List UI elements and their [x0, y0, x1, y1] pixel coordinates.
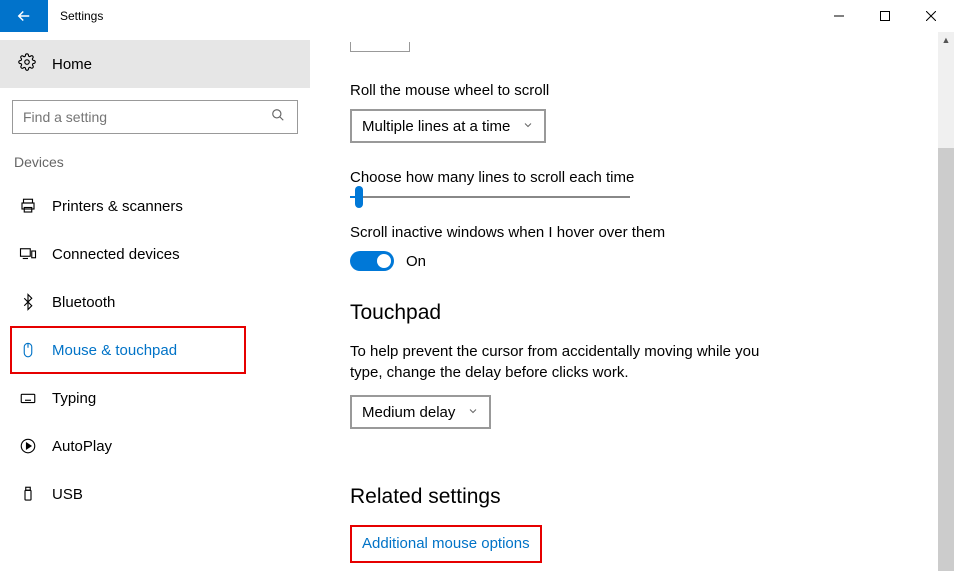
related-heading: Related settings — [350, 485, 914, 509]
inactive-scroll-label: Scroll inactive windows when I hover ove… — [350, 224, 914, 241]
sidebar-item-home[interactable]: Home — [0, 40, 310, 88]
printer-icon — [18, 197, 38, 215]
close-button[interactable] — [908, 0, 954, 32]
partial-dropdown[interactable] — [350, 42, 410, 52]
window-title: Settings — [48, 0, 115, 32]
dropdown-value: Medium delay — [362, 404, 455, 421]
vertical-scrollbar[interactable]: ▲ — [938, 32, 954, 571]
sidebar-item-usb[interactable]: USB — [0, 470, 310, 518]
keyboard-icon — [18, 389, 38, 407]
mouse-icon — [18, 341, 38, 359]
usb-icon — [18, 485, 38, 503]
sidebar-item-typing[interactable]: Typing — [0, 374, 310, 422]
autoplay-icon — [18, 437, 38, 455]
sidebar-item-bluetooth[interactable]: Bluetooth — [0, 278, 310, 326]
sidebar-item-label: USB — [52, 486, 83, 503]
sidebar-item-autoplay[interactable]: AutoPlay — [0, 422, 310, 470]
wheel-scroll-label: Roll the mouse wheel to scroll — [350, 82, 914, 99]
additional-mouse-options-link[interactable]: Additional mouse options — [362, 535, 530, 552]
devices-icon — [18, 245, 38, 263]
search-input[interactable] — [12, 100, 298, 134]
lines-scroll-label: Choose how many lines to scroll each tim… — [350, 169, 914, 186]
sidebar-item-connected[interactable]: Connected devices — [0, 230, 310, 278]
highlight-annotation: Mouse & touchpad — [10, 326, 246, 374]
dropdown-value: Multiple lines at a time — [362, 118, 510, 135]
sidebar-item-label: Printers & scanners — [52, 198, 183, 215]
wheel-scroll-dropdown[interactable]: Multiple lines at a time — [350, 109, 546, 143]
sidebar-item-mouse[interactable]: Mouse & touchpad — [18, 328, 244, 372]
minimize-button[interactable] — [816, 0, 862, 32]
toggle-knob — [377, 254, 391, 268]
sidebar-item-printers[interactable]: Printers & scanners — [0, 182, 310, 230]
highlight-annotation: Additional mouse options — [350, 525, 542, 563]
touchpad-delay-dropdown[interactable]: Medium delay — [350, 395, 491, 429]
inactive-scroll-toggle[interactable] — [350, 251, 394, 271]
sidebar-item-label: Mouse & touchpad — [52, 342, 177, 359]
scroll-thumb[interactable] — [938, 148, 954, 571]
sidebar-item-label: Connected devices — [52, 246, 180, 263]
chevron-down-icon — [522, 118, 534, 135]
bluetooth-icon — [18, 293, 38, 311]
scroll-up-arrow[interactable]: ▲ — [938, 32, 954, 48]
gear-icon — [18, 53, 38, 76]
sidebar-item-label: AutoPlay — [52, 438, 112, 455]
toggle-state: On — [406, 253, 426, 270]
chevron-down-icon — [467, 404, 479, 421]
search-icon — [271, 108, 287, 127]
home-label: Home — [52, 56, 92, 73]
touchpad-heading: Touchpad — [350, 301, 914, 325]
sidebar-item-label: Bluetooth — [52, 294, 115, 311]
lines-slider[interactable] — [350, 196, 630, 198]
sidebar-item-label: Typing — [52, 390, 96, 407]
sidebar-group-label: Devices — [0, 154, 310, 182]
maximize-button[interactable] — [862, 0, 908, 32]
touchpad-description: To help prevent the cursor from accident… — [350, 341, 770, 383]
slider-thumb[interactable] — [355, 186, 363, 208]
search-field[interactable] — [23, 109, 271, 125]
back-button[interactable] — [0, 0, 48, 32]
